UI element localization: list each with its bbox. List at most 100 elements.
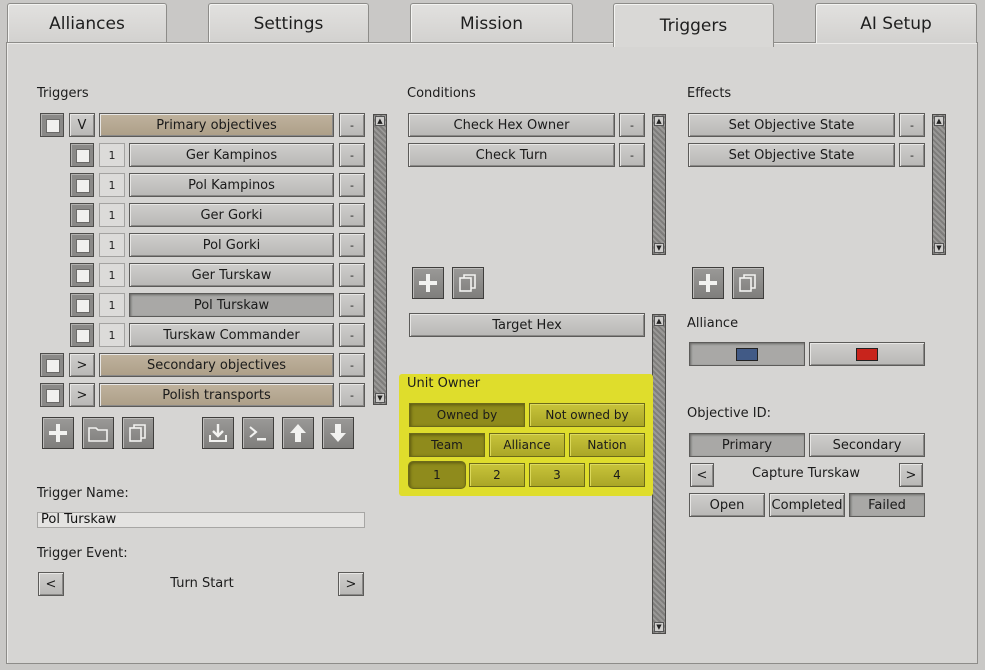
trigger-checkbox[interactable] <box>70 143 94 167</box>
copy-icon <box>739 274 756 292</box>
trigger-item-selected[interactable]: Pol Turskaw <box>129 293 334 317</box>
move-down-button[interactable] <box>322 417 354 449</box>
alliance-blue-button[interactable] <box>689 342 805 366</box>
team-button[interactable]: Team <box>409 433 485 457</box>
scroll-down-icon[interactable]: ▼ <box>375 393 385 403</box>
not-owned-by-button[interactable]: Not owned by <box>529 403 645 427</box>
state-completed-button[interactable]: Completed <box>769 493 845 517</box>
trigger-checkbox[interactable] <box>70 173 94 197</box>
effect-item[interactable]: Set Objective State <box>688 113 895 137</box>
effect-item[interactable]: Set Objective State <box>688 143 895 167</box>
effects-scrollbar[interactable]: ▲ ▼ <box>932 114 946 255</box>
condition-params-scrollbar[interactable]: ▲ ▼ <box>652 314 666 634</box>
arrow-down-icon <box>330 424 346 442</box>
trigger-number: 1 <box>99 203 125 227</box>
state-open-button[interactable]: Open <box>689 493 765 517</box>
add-effect-button[interactable] <box>692 267 724 299</box>
event-prev-button[interactable]: < <box>38 572 64 596</box>
add-condition-button[interactable] <box>412 267 444 299</box>
trigger-group-primary[interactable]: Primary objectives <box>99 113 334 137</box>
copy-condition-button[interactable] <box>452 267 484 299</box>
copy-icon <box>459 274 476 292</box>
copy-trigger-button[interactable] <box>122 417 154 449</box>
tab-mission[interactable]: Mission <box>410 3 573 43</box>
scroll-down-icon[interactable]: ▼ <box>934 243 944 253</box>
remove-button[interactable]: - <box>339 233 365 257</box>
objective-name: Capture Turskaw <box>751 466 861 481</box>
scroll-up-icon[interactable]: ▲ <box>375 116 385 126</box>
group-expand-toggle[interactable]: > <box>69 353 95 377</box>
nation-button[interactable]: Nation <box>569 433 645 457</box>
target-hex-button[interactable]: Target Hex <box>409 313 645 337</box>
remove-button[interactable]: - <box>339 113 365 137</box>
remove-button[interactable]: - <box>339 143 365 167</box>
console-button[interactable] <box>242 417 274 449</box>
trigger-group-checkbox[interactable] <box>40 383 64 407</box>
scroll-up-icon[interactable]: ▲ <box>934 116 944 126</box>
triggers-scrollbar[interactable]: ▲ ▼ <box>373 114 387 405</box>
tab-alliances[interactable]: Alliances <box>7 3 167 43</box>
trigger-item[interactable]: Pol Kampinos <box>129 173 334 197</box>
objective-prev-button[interactable]: < <box>690 463 714 487</box>
trigger-item[interactable]: Ger Turskaw <box>129 263 334 287</box>
team-3-button[interactable]: 3 <box>529 463 585 487</box>
scroll-down-icon[interactable]: ▼ <box>654 243 664 253</box>
conditions-scrollbar[interactable]: ▲ ▼ <box>652 114 666 255</box>
plus-icon <box>49 424 67 442</box>
scroll-up-icon[interactable]: ▲ <box>654 116 664 126</box>
remove-button[interactable]: - <box>339 353 365 377</box>
trigger-item[interactable]: Pol Gorki <box>129 233 334 257</box>
tab-ai-setup[interactable]: AI Setup <box>815 3 977 43</box>
team-4-button[interactable]: 4 <box>589 463 645 487</box>
group-expand-toggle[interactable]: > <box>69 383 95 407</box>
trigger-checkbox[interactable] <box>70 263 94 287</box>
state-failed-button[interactable]: Failed <box>849 493 925 517</box>
import-button[interactable] <box>202 417 234 449</box>
trigger-checkbox[interactable] <box>70 323 94 347</box>
trigger-group-checkbox[interactable] <box>40 113 64 137</box>
remove-button[interactable]: - <box>619 143 645 167</box>
trigger-group-transports[interactable]: Polish transports <box>99 383 334 407</box>
team-1-button[interactable]: 1 <box>408 461 466 489</box>
add-folder-button[interactable] <box>82 417 114 449</box>
trigger-checkbox[interactable] <box>70 203 94 227</box>
team-2-button[interactable]: 2 <box>469 463 525 487</box>
tab-triggers[interactable]: Triggers <box>613 3 774 47</box>
remove-button[interactable]: - <box>899 143 925 167</box>
trigger-item[interactable]: Ger Gorki <box>129 203 334 227</box>
remove-button[interactable]: - <box>339 203 365 227</box>
trigger-name-input[interactable]: Pol Turskaw <box>37 512 365 528</box>
copy-effect-button[interactable] <box>732 267 764 299</box>
remove-button[interactable]: - <box>339 383 365 407</box>
remove-button[interactable]: - <box>899 113 925 137</box>
trigger-checkbox[interactable] <box>70 233 94 257</box>
remove-button[interactable]: - <box>619 113 645 137</box>
group-expand-toggle[interactable]: V <box>69 113 95 137</box>
secondary-button[interactable]: Secondary <box>809 433 925 457</box>
move-up-button[interactable] <box>282 417 314 449</box>
remove-button[interactable]: - <box>339 173 365 197</box>
alliance-blue-swatch <box>736 347 758 361</box>
objective-next-button[interactable]: > <box>899 463 923 487</box>
condition-item[interactable]: Check Turn <box>408 143 615 167</box>
trigger-group-checkbox[interactable] <box>40 353 64 377</box>
remove-button[interactable]: - <box>339 293 365 317</box>
owned-by-button[interactable]: Owned by <box>409 403 525 427</box>
scroll-up-icon[interactable]: ▲ <box>654 316 664 326</box>
remove-button[interactable]: - <box>339 263 365 287</box>
remove-button[interactable]: - <box>339 323 365 347</box>
trigger-checkbox[interactable] <box>70 293 94 317</box>
trigger-item[interactable]: Turskaw Commander <box>129 323 334 347</box>
trigger-number: 1 <box>99 143 125 167</box>
scroll-down-icon[interactable]: ▼ <box>654 622 664 632</box>
event-next-button[interactable]: > <box>338 572 364 596</box>
tab-settings[interactable]: Settings <box>208 3 369 43</box>
trigger-number: 1 <box>99 233 125 257</box>
trigger-group-secondary[interactable]: Secondary objectives <box>99 353 334 377</box>
alliance-button[interactable]: Alliance <box>489 433 565 457</box>
trigger-item[interactable]: Ger Kampinos <box>129 143 334 167</box>
add-trigger-button[interactable] <box>42 417 74 449</box>
alliance-red-button[interactable] <box>809 342 925 366</box>
primary-button[interactable]: Primary <box>689 433 805 457</box>
condition-item[interactable]: Check Hex Owner <box>408 113 615 137</box>
